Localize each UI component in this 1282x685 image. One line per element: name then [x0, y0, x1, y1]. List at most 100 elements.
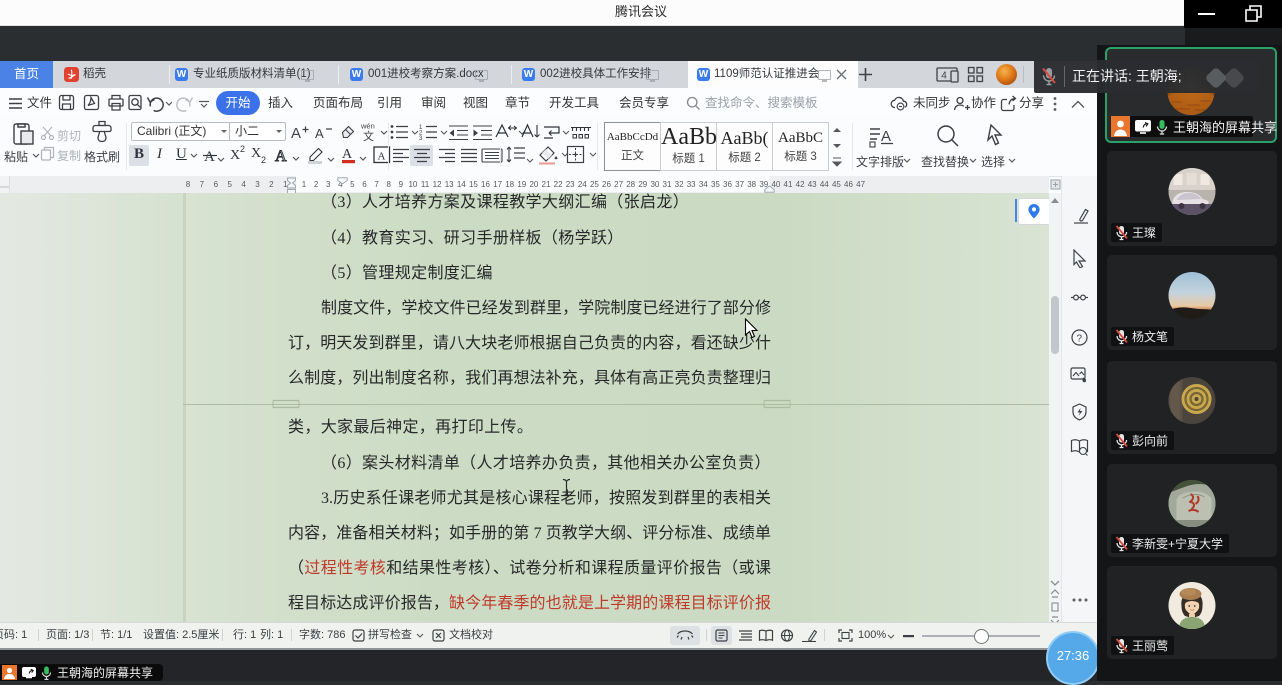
screenshot-tool-icon[interactable]: [1070, 366, 1089, 384]
underline-button[interactable]: U: [176, 146, 187, 163]
cut-label[interactable]: 剪切: [57, 127, 81, 144]
spellcheck-dropdown-icon[interactable]: [416, 633, 424, 639]
font-family-select[interactable]: Calibri (正文): [131, 122, 231, 141]
minimize-icon[interactable]: [1196, 0, 1236, 28]
select-label[interactable]: 选择: [981, 153, 1005, 170]
typeset-icon[interactable]: A: [869, 126, 895, 148]
print-preview-icon[interactable]: [127, 94, 145, 112]
zoom-dropdown-icon[interactable]: [887, 634, 895, 640]
subscript-icon[interactable]: X2: [251, 144, 267, 164]
menu-tab-reference[interactable]: 引用: [377, 88, 402, 118]
style-heading1[interactable]: AaBb 标题 1: [660, 122, 717, 171]
format-painter-label[interactable]: 格式刷: [84, 148, 120, 165]
menu-tab-member[interactable]: 会员专享: [619, 88, 669, 118]
shrink-font-icon[interactable]: A: [313, 123, 333, 140]
decrease-indent-icon[interactable]: [448, 124, 469, 140]
participant-tile[interactable]: 李新雯+宁夏大学: [1107, 464, 1277, 557]
tabs-ruler-icon[interactable]: [570, 124, 592, 140]
pinyin-dropdown-icon[interactable]: [380, 130, 388, 136]
highlight-icon[interactable]: [307, 145, 339, 165]
zoom-level[interactable]: 100%: [858, 622, 886, 648]
collaborate-icon[interactable]: [953, 95, 972, 112]
menu-tab-insert[interactable]: 插入: [268, 88, 293, 118]
switch-window-icon[interactable]: 4: [936, 66, 964, 83]
font-size-select[interactable]: 小二: [229, 122, 286, 141]
tab-doc-3[interactable]: W 002进校具体工作安排: [512, 61, 688, 88]
sync-cloud-icon[interactable]: [890, 95, 910, 112]
underline-dropdown-icon[interactable]: [190, 153, 198, 159]
grow-font-icon[interactable]: A: [290, 123, 310, 140]
vertical-scrollbar[interactable]: [1049, 193, 1061, 622]
cut-icon[interactable]: [40, 126, 55, 140]
participant-tile[interactable]: 王璨: [1107, 151, 1277, 246]
account-avatar[interactable]: [996, 64, 1017, 85]
menu-tab-start[interactable]: 开始: [216, 91, 260, 115]
menu-tab-pagelayout[interactable]: 页面布局: [313, 88, 363, 118]
read-tool-icon[interactable]: [1070, 438, 1090, 456]
italic-button[interactable]: I: [157, 146, 162, 163]
restore-icon[interactable]: [1242, 0, 1282, 28]
search-placeholder[interactable]: 查找命令、搜索模板: [705, 88, 818, 118]
superscript-icon[interactable]: X2: [230, 144, 246, 162]
numbering-icon[interactable]: 123: [419, 124, 448, 140]
copy-icon[interactable]: [40, 146, 55, 161]
tab-home[interactable]: 首页: [0, 61, 53, 88]
paste-label[interactable]: 粘贴: [4, 148, 28, 165]
scrollbar-thumb[interactable]: [1051, 296, 1059, 354]
find-replace-label[interactable]: 查找替换: [921, 153, 969, 170]
export-pdf-icon[interactable]: [83, 94, 101, 112]
find-dropdown-icon[interactable]: [969, 158, 977, 164]
page-nav-icons[interactable]: [1050, 576, 1060, 624]
tab-doc-1[interactable]: W 专业纸质版材料清单(1): [170, 61, 339, 88]
qat-more-icon[interactable]: [198, 100, 210, 108]
assistant-tool-icon[interactable]: [1071, 403, 1088, 421]
share-arrow-icon[interactable]: [1000, 95, 1018, 112]
menu-tab-review[interactable]: 审阅: [421, 88, 446, 118]
font-color-icon[interactable]: A: [341, 144, 371, 165]
select-cursor-icon[interactable]: [985, 123, 1003, 148]
participant-tile[interactable]: 彭向前: [1107, 361, 1277, 454]
tab-doc-active[interactable]: W 1109师范认证推进会: [688, 61, 858, 88]
sync-status[interactable]: 未同步: [913, 88, 951, 118]
participant-tile[interactable]: 杨文笔: [1107, 255, 1277, 350]
more-menu-icon[interactable]: [1052, 96, 1058, 112]
typeset-label[interactable]: 文字排版: [856, 153, 904, 170]
text-effects-icon[interactable]: A: [274, 144, 304, 165]
styles-scroll-icons[interactable]: [831, 124, 843, 168]
proofing-label[interactable]: 文档校对: [449, 622, 493, 648]
typeset-dropdown-icon[interactable]: [903, 158, 911, 164]
pinyin-icon[interactable]: wén文: [358, 121, 380, 141]
new-tab-icon[interactable]: [858, 67, 873, 82]
right-indent-marker[interactable]: [764, 185, 775, 193]
paste-dropdown-icon[interactable]: [32, 153, 40, 159]
wrap-mark-icon[interactable]: [542, 124, 571, 140]
borders-icon[interactable]: [566, 145, 599, 165]
collapse-ribbon-icon[interactable]: [1070, 100, 1086, 109]
ruler-toggle-icon[interactable]: [1050, 179, 1061, 190]
style-normal[interactable]: AaBbCcDd 正文: [604, 122, 661, 171]
save-icon[interactable]: [58, 94, 76, 112]
adjust-tool-icon[interactable]: [1070, 290, 1089, 305]
style-heading3[interactable]: AaBbC 标题 3: [772, 122, 829, 171]
participant-tile[interactable]: 王丽莺: [1107, 566, 1277, 659]
edit-pen-tool-icon[interactable]: [1070, 207, 1089, 225]
close-tab-icon[interactable]: [835, 68, 848, 81]
help-tool-icon[interactable]: ?: [1071, 329, 1088, 346]
scroll-up-icon[interactable]: [1050, 196, 1060, 205]
style-heading2[interactable]: AaBb( 标题 2: [716, 122, 773, 171]
rtools-more-icon[interactable]: [1071, 597, 1089, 603]
line-spacing-icon[interactable]: [506, 145, 536, 165]
collaborate-label[interactable]: 协作: [971, 88, 996, 118]
menu-tab-section[interactable]: 章节: [505, 88, 530, 118]
increase-indent-icon[interactable]: [472, 124, 493, 140]
zoom-out-icon[interactable]: [903, 634, 915, 638]
spellcheck-icon[interactable]: [352, 629, 365, 642]
search-icon[interactable]: [686, 96, 701, 111]
align-right-icon[interactable]: [438, 148, 456, 163]
first-line-indent-marker[interactable]: [337, 177, 348, 185]
menu-tab-view[interactable]: 视图: [463, 88, 488, 118]
hamburger-icon[interactable]: [8, 97, 23, 110]
select-tool-icon[interactable]: [1072, 249, 1087, 268]
proofing-icon[interactable]: [432, 629, 445, 642]
select-dropdown-icon[interactable]: [1008, 158, 1016, 164]
